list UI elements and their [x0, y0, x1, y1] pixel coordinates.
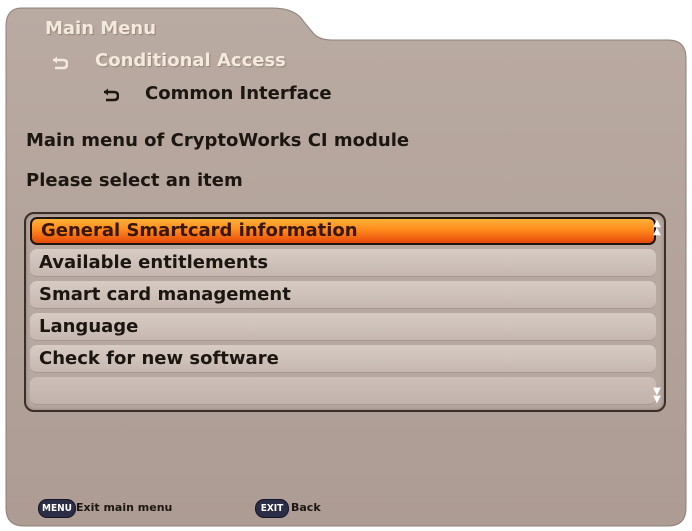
select-prompt: Please select an item	[26, 170, 243, 191]
breadcrumb-conditional-access: Conditional Access	[95, 50, 286, 71]
menu-item-available-entitlements[interactable]: Available entitlements	[30, 249, 656, 277]
scroll-down-icon[interactable]: ▼ ▼	[653, 387, 661, 405]
breadcrumb-main-menu: Main Menu	[45, 18, 157, 39]
menu-list: General Smartcard information Available …	[24, 212, 666, 412]
exit-key-button[interactable]: EXIT	[255, 499, 289, 518]
menu-key-button[interactable]: MENU	[38, 499, 76, 518]
breadcrumb-common-interface: Common Interface	[145, 83, 332, 104]
menu-item-general-smartcard-information[interactable]: General Smartcard information	[30, 217, 656, 245]
menu-item-language[interactable]: Language	[30, 313, 656, 341]
return-arrow-icon-active	[104, 88, 119, 102]
exit-key-label: Back	[291, 501, 321, 514]
menu-key-label: Exit main menu	[76, 501, 173, 514]
menu-item-check-for-new-software[interactable]: Check for new software	[30, 345, 656, 373]
menu-item-smart-card-management[interactable]: Smart card management	[30, 281, 656, 309]
menu-item-empty	[30, 377, 656, 405]
return-arrow-icon	[53, 56, 68, 70]
module-title: Main menu of CryptoWorks CI module	[26, 130, 410, 151]
scroll-up-icon[interactable]: ▲ ▲	[653, 219, 661, 237]
